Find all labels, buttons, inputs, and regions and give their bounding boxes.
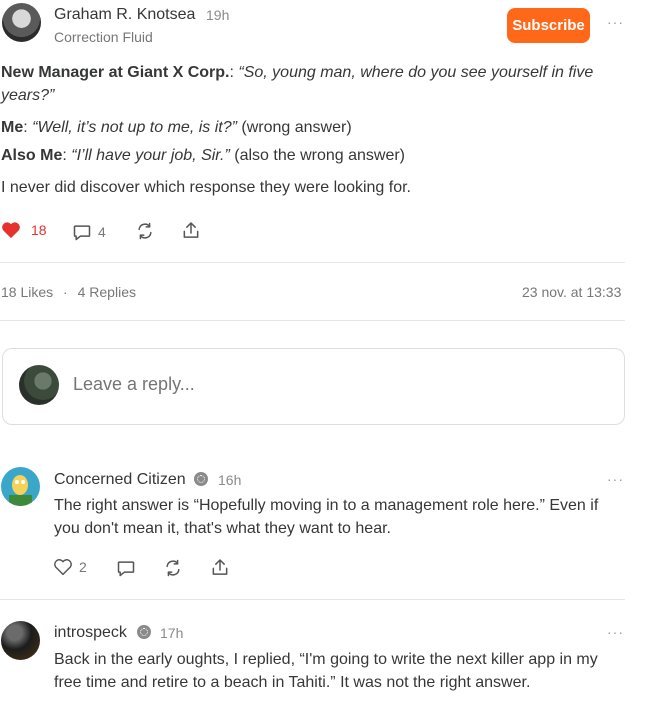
subscriber-badge-icon: [194, 472, 208, 486]
comment-like-count: 2: [79, 559, 87, 575]
post-line-4: I never did discover which response they…: [1, 179, 411, 196]
comment-like-button[interactable]: 2: [53, 558, 87, 576]
post-comment-count: 4: [98, 224, 106, 240]
comment-more-icon[interactable]: ···: [607, 471, 624, 487]
heart-outline-icon: [54, 559, 72, 576]
replies-link[interactable]: 4 Replies: [78, 284, 136, 300]
comment-icon[interactable]: [116, 558, 136, 578]
publication-name[interactable]: Correction Fluid: [54, 29, 153, 45]
meta-separator: ·: [63, 284, 68, 300]
share-icon[interactable]: [181, 220, 201, 241]
post-time: 19h: [206, 7, 230, 23]
post-author-name[interactable]: Graham R. Knotsea: [54, 6, 195, 24]
comment-time: 16h: [218, 472, 242, 488]
author-avatar[interactable]: [2, 3, 41, 42]
post-more-icon[interactable]: ···: [607, 14, 624, 30]
subscriber-badge-icon: [137, 625, 151, 639]
avatar-figure-icon: [9, 475, 32, 506]
reply-avatar: [19, 365, 59, 405]
restack-icon[interactable]: [135, 221, 155, 241]
post-timestamp: 23 nov. at 13:33: [522, 284, 622, 300]
share-icon[interactable]: [210, 557, 230, 578]
comment-author-name[interactable]: introspeck: [54, 624, 127, 642]
post-line-3: Also Me: “I’ll have your job, Sir.” (als…: [1, 147, 405, 164]
post-line-1: New Manager at Giant X Corp.: “So, young…: [1, 64, 594, 104]
reply-input[interactable]: [73, 374, 593, 395]
comment-icon: [73, 225, 91, 241]
post-like-button[interactable]: 18: [1, 221, 47, 239]
comment-text: Back in the early oughts, I replied, “I'…: [54, 651, 598, 691]
heart-icon: [2, 222, 20, 239]
comment-time: 17h: [160, 625, 184, 641]
divider: [0, 262, 625, 263]
post-comment-button[interactable]: 4: [72, 222, 106, 242]
commenter-avatar[interactable]: [1, 621, 40, 660]
divider: [0, 599, 625, 600]
comment-author-name[interactable]: Concerned Citizen: [54, 471, 186, 489]
comment-text: The right answer is “Hopefully moving in…: [54, 497, 599, 537]
commenter-avatar[interactable]: [1, 467, 40, 506]
subscribe-button[interactable]: Subscribe: [507, 8, 590, 43]
likes-summary: 18 Likes · 4 Replies: [1, 284, 136, 300]
post-like-count: 18: [31, 222, 47, 238]
likes-link[interactable]: 18 Likes: [1, 284, 53, 300]
post-body: New Manager at Giant X Corp.: “So, young…: [1, 61, 616, 199]
post-line-2: Me: “Well, it’s not up to me, is it?” (w…: [1, 119, 352, 136]
restack-icon[interactable]: [163, 558, 183, 578]
divider: [0, 320, 625, 321]
comment-more-icon[interactable]: ···: [607, 624, 624, 640]
reply-box[interactable]: [2, 348, 625, 425]
